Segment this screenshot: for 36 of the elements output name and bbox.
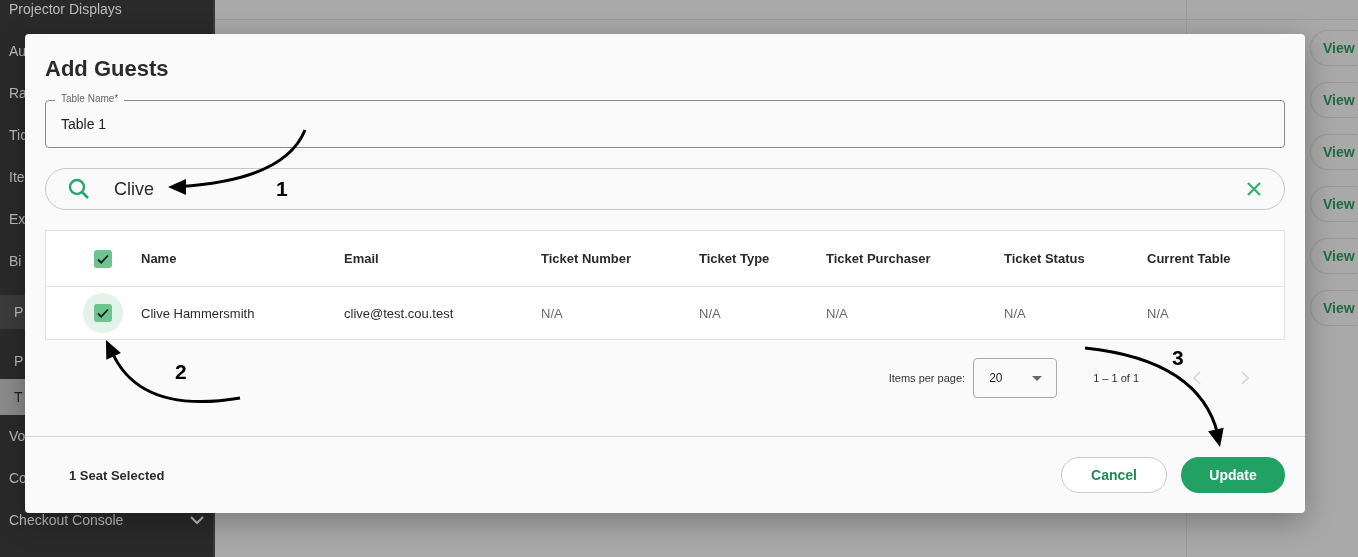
selection-status: 1 Seat Selected [69, 467, 166, 483]
clear-icon[interactable] [1246, 181, 1262, 197]
dialog-title: Add Guests [45, 56, 170, 82]
chevron-down-icon [190, 515, 204, 525]
sidebar-item[interactable]: Checkout Console [0, 499, 213, 541]
dropdown-icon [1032, 375, 1043, 381]
column-header: Current Table [1147, 251, 1232, 266]
column-header: Name [141, 251, 178, 266]
step-number: 3 [1172, 347, 1184, 368]
table-cell-text: N/A [1004, 305, 1027, 321]
cancel-button[interactable]: Cancel [1061, 457, 1167, 493]
page-size-select[interactable]: 20 [973, 358, 1058, 398]
column-header: Ticket Purchaser [826, 251, 932, 266]
step-number: 2 [175, 361, 187, 382]
field-value: Table 1 [61, 116, 107, 132]
step-number: 1 [276, 178, 288, 199]
table-cell-text: N/A [1147, 305, 1170, 321]
row-checkbox[interactable] [93, 304, 112, 322]
select-all-checkbox[interactable] [93, 249, 112, 268]
check-icon [95, 306, 110, 320]
sidebar-item[interactable]: Projector Displays [0, 0, 213, 30]
table-cell-text: N/A [826, 305, 849, 321]
column-header: Ticket Status [1004, 251, 1086, 266]
chevron-left-icon [1193, 371, 1201, 385]
table-cell-text: clive@test.cou.test [344, 305, 455, 321]
table-cell-text: N/A [541, 305, 564, 321]
field-label: Table Name* [55, 93, 125, 105]
chevron-right-icon [1241, 371, 1249, 385]
search-icon [68, 178, 90, 200]
column-header: Email [344, 251, 380, 266]
page-range: 1 – 1 of 1 [1093, 372, 1139, 384]
items-per-page-label: Items per page: [888, 372, 966, 384]
table-cell-text: Clive Hammersmith [141, 305, 256, 321]
table-cell-text: N/A [699, 305, 722, 321]
column-header: Ticket Number [541, 251, 633, 266]
column-header: Ticket Type [699, 251, 771, 266]
